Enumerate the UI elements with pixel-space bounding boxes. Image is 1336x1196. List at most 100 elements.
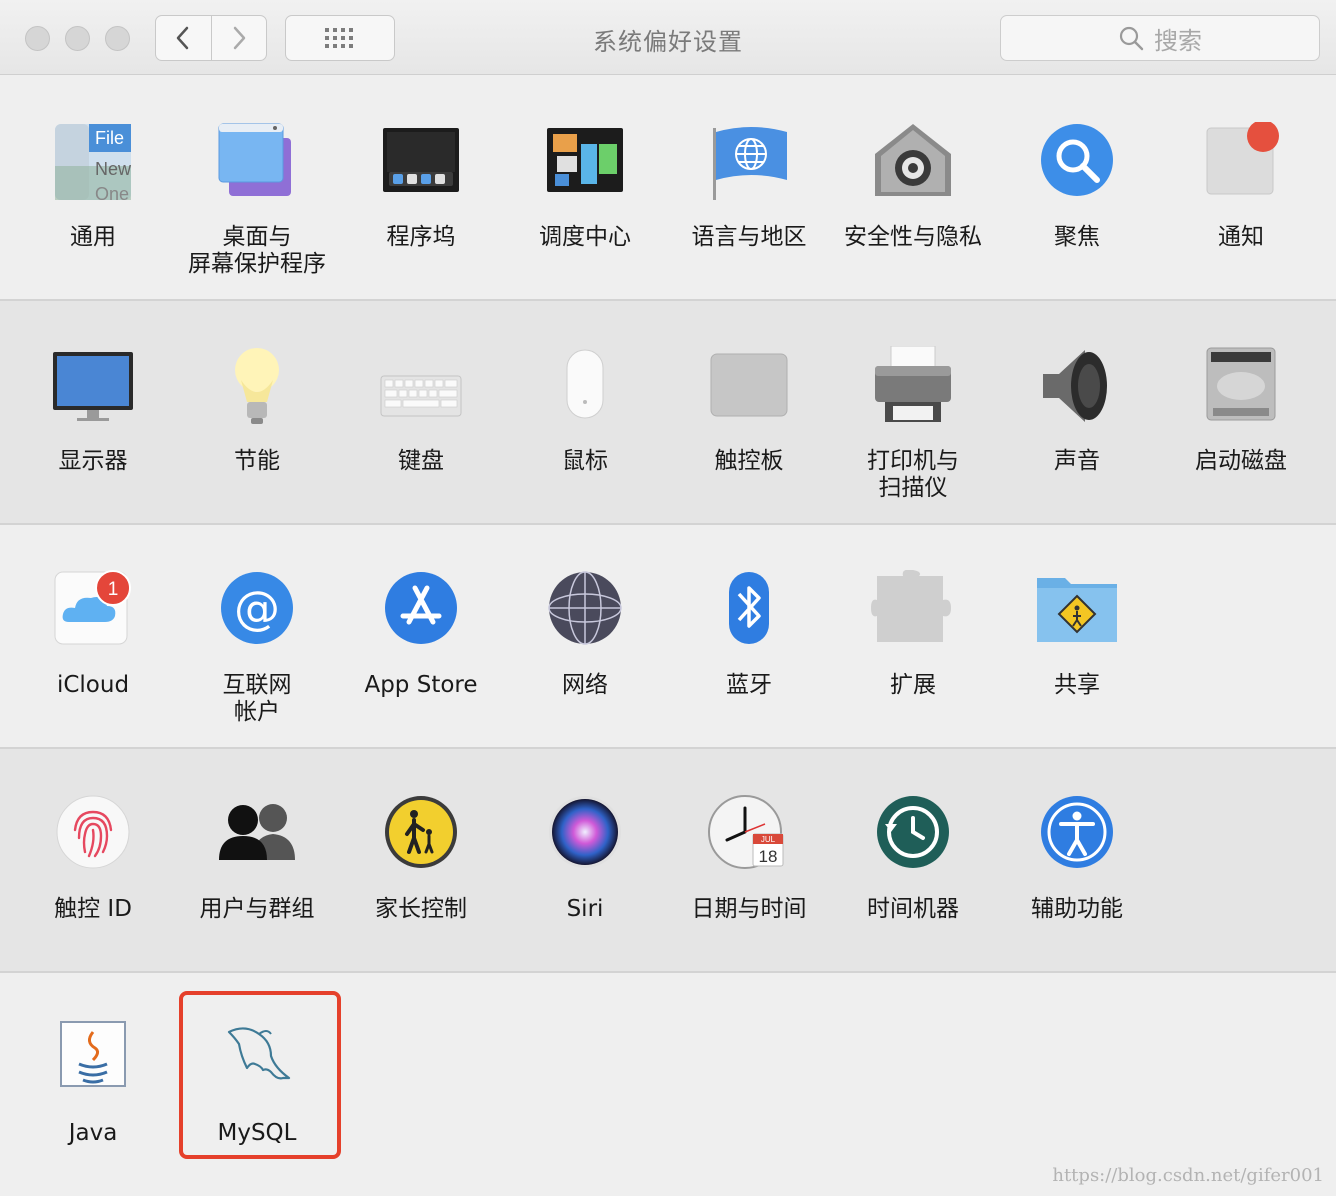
- search-icon: [1119, 26, 1144, 51]
- pref-bluetooth[interactable]: 蓝牙: [667, 570, 831, 699]
- pref-label: 桌面与 屏幕保护程序: [188, 224, 326, 277]
- users-groups-icon: [215, 794, 299, 878]
- siri-icon: [543, 794, 627, 878]
- watermark: https://blog.csdn.net/gifer001: [1052, 1165, 1324, 1186]
- pref-dock[interactable]: 程序坞: [339, 122, 503, 251]
- extensions-icon: [871, 570, 955, 654]
- pref-app-store[interactable]: App Store: [339, 570, 503, 699]
- pref-label: 通知: [1218, 224, 1264, 250]
- svg-text:18: 18: [759, 847, 778, 866]
- svg-text:JUL: JUL: [761, 835, 776, 844]
- pref-language-region[interactable]: 语言与地区: [667, 122, 831, 251]
- pref-label: 程序坞: [386, 224, 456, 250]
- pref-label: 用户与群组: [199, 896, 315, 922]
- pref-label: 显示器: [58, 448, 128, 474]
- icloud-icon: 1: [51, 570, 135, 654]
- pref-label: 日期与时间: [691, 896, 807, 922]
- pref-icloud[interactable]: 1 iCloud: [11, 570, 175, 699]
- title-bar: 系统偏好设置 搜索: [0, 0, 1336, 75]
- pref-label: 安全性与隐私: [844, 224, 982, 250]
- svg-text:One: One: [95, 184, 129, 204]
- pref-java[interactable]: Java: [11, 1018, 175, 1147]
- pref-label: Siri: [566, 896, 604, 922]
- pref-label: 辅助功能: [1031, 896, 1123, 922]
- pref-label: 时间机器: [867, 896, 959, 922]
- pref-notifications[interactable]: 通知: [1159, 122, 1323, 251]
- general-icon: File New One: [51, 122, 135, 206]
- pref-touch-id[interactable]: 触控 ID: [11, 794, 175, 923]
- pref-label: 互联网 帐户: [222, 672, 292, 725]
- pref-startup-disk[interactable]: 启动磁盘: [1159, 346, 1323, 475]
- pref-siri[interactable]: Siri: [503, 794, 667, 923]
- pref-parental-controls[interactable]: 家长控制: [339, 794, 503, 923]
- mouse-icon: [543, 346, 627, 430]
- pref-label: 鼠标: [562, 448, 608, 474]
- spotlight-icon: [1035, 122, 1119, 206]
- pref-energy-saver[interactable]: 节能: [175, 346, 339, 475]
- pref-displays[interactable]: 显示器: [11, 346, 175, 475]
- mysql-highlight-box: [179, 991, 341, 1159]
- pref-label: 网络: [562, 672, 608, 698]
- pref-label: 共享: [1054, 672, 1100, 698]
- pref-general[interactable]: File New One 通用: [11, 122, 175, 251]
- bluetooth-icon: [707, 570, 791, 654]
- sound-icon: [1035, 346, 1119, 430]
- pref-label: 键盘: [398, 448, 444, 474]
- energy-saver-icon: [215, 346, 299, 430]
- desktop-screensaver-icon: [215, 122, 299, 206]
- internet-accounts-icon: @: [215, 570, 299, 654]
- pref-spotlight[interactable]: 聚焦: [995, 122, 1159, 251]
- pref-label: 节能: [234, 448, 280, 474]
- pref-accessibility[interactable]: 辅助功能: [995, 794, 1159, 923]
- printer-scanner-icon: [871, 346, 955, 430]
- notifications-icon: [1199, 122, 1283, 206]
- svg-text:New: New: [95, 159, 132, 179]
- pref-network[interactable]: 网络: [503, 570, 667, 699]
- pref-label: Java: [68, 1120, 118, 1146]
- accessibility-icon: [1035, 794, 1119, 878]
- search-placeholder: 搜索: [1154, 26, 1202, 55]
- sharing-icon: [1035, 570, 1119, 654]
- pref-time-machine[interactable]: 时间机器: [831, 794, 995, 923]
- pref-label: 启动磁盘: [1195, 448, 1287, 474]
- pref-sharing[interactable]: 共享: [995, 570, 1159, 699]
- pref-extensions[interactable]: 扩展: [831, 570, 995, 699]
- pref-internet-accounts[interactable]: @ 互联网 帐户: [175, 570, 339, 726]
- pref-security-privacy[interactable]: 安全性与隐私: [831, 122, 995, 251]
- trackpad-icon: [707, 346, 791, 430]
- pref-label: 触控 ID: [54, 896, 132, 922]
- pref-label: 声音: [1054, 448, 1100, 474]
- network-icon: [543, 570, 627, 654]
- pref-label: 触控板: [714, 448, 784, 474]
- pref-label: 调度中心: [539, 224, 631, 250]
- pref-label: 打印机与 扫描仪: [867, 448, 959, 501]
- security-privacy-icon: [871, 122, 955, 206]
- parental-controls-icon: [379, 794, 463, 878]
- pref-trackpad[interactable]: 触控板: [667, 346, 831, 475]
- pref-mission-control[interactable]: 调度中心: [503, 122, 667, 251]
- touch-id-icon: [51, 794, 135, 878]
- pref-date-time[interactable]: JUL 18 日期与时间: [667, 794, 831, 923]
- pref-users-groups[interactable]: 用户与群组: [175, 794, 339, 923]
- pref-label: 家长控制: [375, 896, 467, 922]
- pref-printers-scanners[interactable]: 打印机与 扫描仪: [831, 346, 995, 502]
- dock-icon: [379, 122, 463, 206]
- time-machine-icon: [871, 794, 955, 878]
- search-field[interactable]: 搜索: [1000, 15, 1320, 61]
- app-store-icon: [379, 570, 463, 654]
- pref-sound[interactable]: 声音: [995, 346, 1159, 475]
- mission-control-icon: [543, 122, 627, 206]
- java-icon: [51, 1018, 135, 1102]
- displays-icon: [51, 346, 135, 430]
- pref-label: 聚焦: [1054, 224, 1100, 250]
- pref-label: 语言与地区: [691, 224, 807, 250]
- pref-mouse[interactable]: 鼠标: [503, 346, 667, 475]
- pref-label: 蓝牙: [726, 672, 772, 698]
- pref-label: iCloud: [56, 672, 130, 698]
- startup-disk-icon: [1199, 346, 1283, 430]
- svg-text:@: @: [234, 581, 280, 635]
- pref-desktop-screensaver[interactable]: 桌面与 屏幕保护程序: [175, 122, 339, 278]
- date-time-icon: JUL 18: [707, 794, 791, 878]
- pref-keyboard[interactable]: 键盘: [339, 346, 503, 475]
- pref-label: 扩展: [890, 672, 936, 698]
